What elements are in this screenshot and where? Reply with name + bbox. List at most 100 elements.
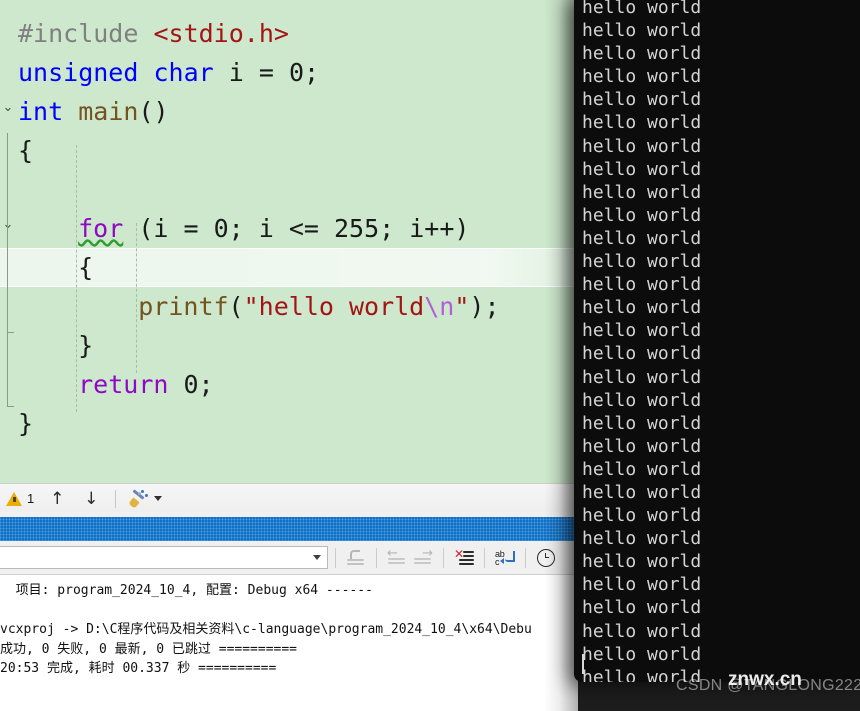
console-line: hello world [582, 112, 702, 134]
code-token: for [78, 214, 124, 243]
code-line[interactable]: printf("hello world\n"); [0, 287, 578, 326]
code-line[interactable]: unsigned char i = 0; [0, 53, 578, 92]
code-line[interactable]: int main() [0, 92, 578, 131]
code-token: ; [198, 370, 214, 399]
warning-count-label: 1 [27, 491, 35, 506]
toolbar-separator [525, 547, 526, 568]
console-line: hello world [582, 620, 702, 642]
console-line: hello world [582, 343, 702, 365]
code-token: <stdio.h> [153, 19, 289, 48]
output-window-toolbar: ← → ✕ ab c [0, 541, 578, 574]
arrow-right-message-icon: → [413, 547, 433, 567]
toggle-word-wrap-button[interactable]: ab c [492, 546, 518, 570]
console-line: hello world [582, 0, 702, 18]
fold-chevron-icon[interactable]: ⌄ [1, 101, 15, 115]
previous-message-button[interactable]: ← [384, 546, 410, 570]
code-token: ; i++) [379, 214, 470, 243]
console-line: hello world [582, 412, 702, 434]
code-token: int [18, 97, 64, 126]
console-line: hello world [582, 297, 702, 319]
clock-icon [536, 548, 556, 567]
editor-status-strip: 1 ↑ ↓ [0, 483, 578, 514]
code-token: printf [138, 292, 229, 321]
fold-scope-bar [7, 250, 8, 332]
output-line: 项目: program_2024_10_4, 配置: Debug x64 ---… [0, 583, 373, 598]
code-token: ; [304, 58, 320, 87]
console-line: hello world [582, 528, 702, 550]
code-token: "hello world [243, 292, 425, 321]
code-line[interactable]: return 0; [0, 365, 578, 404]
next-message-button[interactable]: → [410, 546, 436, 570]
console-line: hello world [582, 389, 702, 411]
code-token: { [78, 253, 94, 282]
output-window-active-band[interactable] [0, 517, 578, 541]
chevron-down-icon[interactable] [154, 496, 163, 501]
code-token: \n [424, 292, 455, 321]
console-line: hello world [582, 89, 702, 111]
code-token: return [78, 370, 169, 399]
toolbar-separator [335, 547, 336, 568]
toolbar-separator [376, 547, 377, 568]
console-line: hello world [582, 435, 702, 457]
code-token: } [78, 331, 94, 360]
console-line: hello world [582, 481, 702, 503]
console-line: hello world [582, 366, 702, 388]
toolbar-separator [115, 489, 117, 508]
warning-triangle-icon [6, 491, 22, 506]
previous-issue-button[interactable]: ↑ [40, 484, 74, 513]
word-wrap-icon: ab c [495, 549, 515, 567]
code-token: 0 [288, 58, 304, 87]
clear-all-button[interactable]: ✕ [451, 546, 477, 570]
fold-scope-end [7, 406, 14, 407]
code-line[interactable]: { [0, 248, 578, 287]
console-line: hello world [582, 320, 702, 342]
console-line: hello world [582, 20, 702, 42]
code-token: } [18, 409, 34, 438]
console-line: hello world [582, 227, 702, 249]
next-issue-button[interactable]: ↓ [74, 484, 108, 513]
code-token: 0 [213, 214, 229, 243]
clear-all-icon: ✕ [454, 548, 474, 567]
fold-chevron-icon[interactable]: ⌄ [1, 218, 15, 232]
broom-code-cleanup-icon [128, 488, 149, 509]
console-window[interactable]: hello world hello world hello world hello w… [574, 0, 860, 682]
console-line: hello world [582, 43, 702, 65]
code-line[interactable]: } [0, 404, 578, 443]
chevron-down-icon[interactable] [313, 555, 321, 560]
code-token: ; i <= [228, 214, 334, 243]
code-editor[interactable]: #include <stdio.h> unsigned char i = 0; in… [0, 0, 578, 483]
code-token: unsigned char [18, 58, 214, 87]
code-line[interactable]: } [0, 326, 578, 365]
code-line[interactable]: { [0, 131, 578, 170]
fold-scope-end [7, 332, 14, 333]
code-token: ); [469, 292, 500, 321]
toggle-timestamps-button[interactable] [533, 546, 559, 570]
code-line[interactable]: for (i = 0; i <= 255; i++) [0, 209, 578, 248]
visual-studio-window: #include <stdio.h> unsigned char i = 0; in… [0, 0, 578, 711]
code-line[interactable]: #include <stdio.h> [0, 14, 578, 53]
console-line: hello world [582, 643, 702, 665]
arrow-down-icon: ↓ [84, 488, 99, 509]
go-to-source-icon [346, 549, 366, 567]
code-line[interactable] [0, 170, 578, 209]
warning-count-indicator[interactable]: 1 [0, 484, 40, 513]
output-window-text[interactable]: 项目: program_2024_10_4, 配置: Debug x64 ---… [0, 574, 578, 711]
site-watermark: znwx.cn [728, 669, 802, 690]
code-token: 255 [334, 214, 380, 243]
code-token: 0 [183, 370, 199, 399]
console-line: hello world [582, 135, 702, 157]
code-text-area[interactable]: #include <stdio.h> unsigned char i = 0; in… [0, 0, 578, 483]
console-line: hello world [582, 66, 702, 88]
output-line: 20:53 完成, 耗时 00.337 秒 ========== [0, 661, 277, 676]
arrow-up-icon: ↑ [50, 488, 65, 509]
code-cleanup-button[interactable] [123, 484, 168, 513]
go-to-message-source-button[interactable] [343, 546, 369, 570]
console-line: hello world [582, 251, 702, 273]
console-cursor [582, 654, 584, 674]
arrow-left-message-icon: ← [387, 547, 407, 567]
output-source-combobox[interactable] [0, 546, 328, 569]
editor-folding-gutter[interactable]: ⌄ ⌄ [0, 0, 18, 483]
code-token: () [138, 97, 169, 126]
